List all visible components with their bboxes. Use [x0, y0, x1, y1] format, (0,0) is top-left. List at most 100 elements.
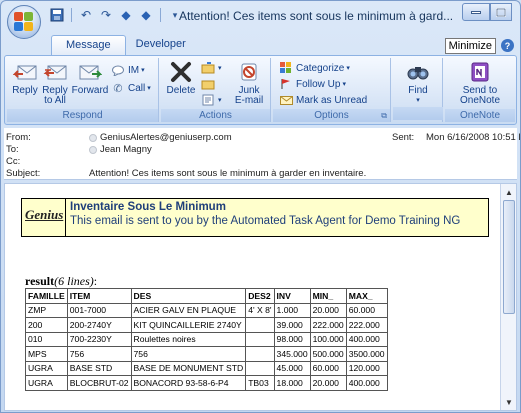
other-actions-icon	[201, 94, 215, 106]
scroll-thumb[interactable]	[503, 200, 515, 314]
subject-value: Attention! Ces items sont sous le minimu…	[89, 168, 367, 179]
mark-as-unread-label: Mark as Unread	[296, 94, 368, 106]
tab-message[interactable]: Message	[51, 35, 126, 55]
sent-value: Mon 6/16/2008 10:51 PM	[426, 132, 520, 143]
table-cell: 700-2230Y	[66, 331, 132, 347]
table-cell	[245, 346, 275, 362]
maximize-button[interactable]	[490, 3, 512, 21]
table-row: 200 200-2740Y KIT QUINCAILLERIE 2740Y 39.00…	[25, 317, 388, 333]
table-cell: 756	[66, 346, 132, 362]
table-cell	[245, 331, 275, 347]
window-controls	[462, 3, 512, 21]
table-cell: 60.000	[345, 302, 388, 318]
reply-all-button[interactable]: Reply to All	[39, 60, 71, 106]
forward-button[interactable]: Forward	[71, 60, 109, 96]
call-dropdown-icon: ▾	[147, 85, 151, 92]
column-header: MAX_	[345, 288, 388, 304]
delete-button[interactable]: Delete	[163, 60, 199, 96]
presence-icon	[89, 145, 97, 154]
im-label: IM	[128, 64, 140, 76]
other-actions-button[interactable]: ▾	[201, 94, 222, 106]
table-row: UGRA BASE STD BASE DE MONUMENT STD 45.000 60…	[25, 360, 388, 376]
table-cell	[245, 360, 275, 376]
message-content: Genius Inventaire Sous Le Minimum This e…	[5, 184, 500, 410]
flag-icon	[279, 78, 293, 90]
move-dropdown-icon: ▾	[218, 65, 222, 72]
column-header: FAMILLE	[25, 288, 68, 304]
call-button[interactable]: ✆ Call ▾	[111, 82, 151, 95]
tab-developer[interactable]: Developer	[126, 35, 196, 55]
table-cell: 200-2740Y	[66, 317, 132, 333]
column-header: ITEM	[66, 288, 132, 304]
banner-divider	[65, 199, 66, 236]
categorize-icon	[279, 62, 293, 74]
banner-title: Inventaire Sous Le Minimum	[70, 201, 226, 213]
follow-up-button[interactable]: Follow Up ▾	[279, 78, 346, 90]
move-to-folder-button[interactable]: ▾	[201, 62, 222, 74]
table-cell: 39.000	[273, 317, 311, 333]
find-label: Find	[408, 85, 428, 96]
rule-folder-icon	[201, 78, 215, 90]
table-cell: 222.000	[345, 317, 388, 333]
vertical-scrollbar[interactable]: ▲ ▼	[500, 184, 516, 410]
categorize-button[interactable]: Categorize ▾	[279, 62, 350, 74]
im-dropdown-icon: ▾	[141, 67, 145, 74]
undo-icon[interactable]: ↶	[78, 7, 94, 23]
help-icon[interactable]: ?	[501, 39, 514, 52]
find-button[interactable]: Find ▾	[400, 60, 436, 106]
cc-label: Cc:	[6, 156, 21, 167]
to-value[interactable]: Jean Magny	[100, 144, 152, 155]
im-button[interactable]: IM ▾	[111, 64, 145, 76]
onenote-icon	[467, 60, 493, 84]
categorize-label: Categorize	[296, 62, 345, 74]
options-dialog-launcher-icon[interactable]: ⧉	[381, 109, 387, 122]
envelope-icon	[279, 94, 293, 106]
options-group-label: Options ⧉	[273, 109, 390, 122]
table-cell: ZMP	[25, 302, 68, 318]
table-cell: 20.000	[309, 302, 347, 318]
message-body: Genius Inventaire Sous Le Minimum This e…	[4, 183, 517, 411]
reply-icon	[12, 60, 38, 84]
delete-x-icon	[168, 60, 194, 84]
junk-email-button[interactable]: Junk E-mail	[231, 60, 267, 106]
reply-button[interactable]: Reply	[9, 60, 41, 96]
table-cell: BASE DE MONUMENT STD	[130, 360, 247, 376]
mark-as-unread-button[interactable]: Mark as Unread	[279, 94, 367, 106]
column-header: MIN_	[309, 288, 347, 304]
genius-logo: Genius	[25, 207, 64, 222]
categorize-dropdown-icon: ▾	[346, 65, 350, 72]
reply-label: Reply	[12, 85, 38, 96]
from-value[interactable]: GeniusAlertes@geniuserp.com	[100, 132, 232, 143]
banner-subtitle: This email is sent to you by the Automat…	[70, 215, 461, 227]
table-cell: BLOCBRUT-02	[66, 375, 132, 391]
table-cell: 60.000	[309, 360, 347, 376]
from-label: From:	[6, 132, 31, 143]
group-options: Categorize ▾ Follow Up ▾ Mark as Unread Op…	[273, 58, 391, 122]
scroll-down-icon[interactable]: ▼	[502, 395, 516, 409]
send-to-onenote-button[interactable]: Send to OneNote	[457, 60, 503, 106]
office-logo-icon	[14, 12, 34, 32]
group-actions: Delete ▾ ▾ Junk E-mail Actions	[161, 58, 271, 122]
create-rule-button[interactable]	[201, 78, 218, 90]
previous-item-icon[interactable]: ◆	[118, 7, 134, 23]
alert-banner: Genius Inventaire Sous Le Minimum This e…	[21, 198, 489, 237]
table-cell: 001-7000	[66, 302, 132, 318]
options-label: Options	[314, 110, 349, 121]
group-respond: Reply Reply to All Forward IM ▾ ✆ Call ▾…	[7, 58, 159, 122]
table-cell: 200	[25, 317, 68, 333]
table-cell: 500.000	[309, 346, 347, 362]
table-cell: 3500.000	[345, 346, 388, 362]
office-button[interactable]	[7, 5, 41, 39]
table-cell: 120.000	[345, 360, 388, 376]
redo-icon[interactable]: ↷	[98, 7, 114, 23]
follow-up-dropdown-icon: ▾	[342, 81, 346, 88]
group-onenote: Send to OneNote OneNote	[445, 58, 515, 122]
column-header: DES2	[245, 288, 275, 304]
scroll-up-icon[interactable]: ▲	[502, 185, 516, 199]
ribbon-tabs: Message Developer	[51, 35, 196, 55]
to-value-wrap: Jean Magny	[89, 144, 152, 155]
save-icon[interactable]	[49, 7, 65, 23]
table-cell: BASE STD	[66, 360, 132, 376]
minimize-button[interactable]	[462, 3, 490, 21]
next-item-icon[interactable]: ◆	[138, 7, 154, 23]
